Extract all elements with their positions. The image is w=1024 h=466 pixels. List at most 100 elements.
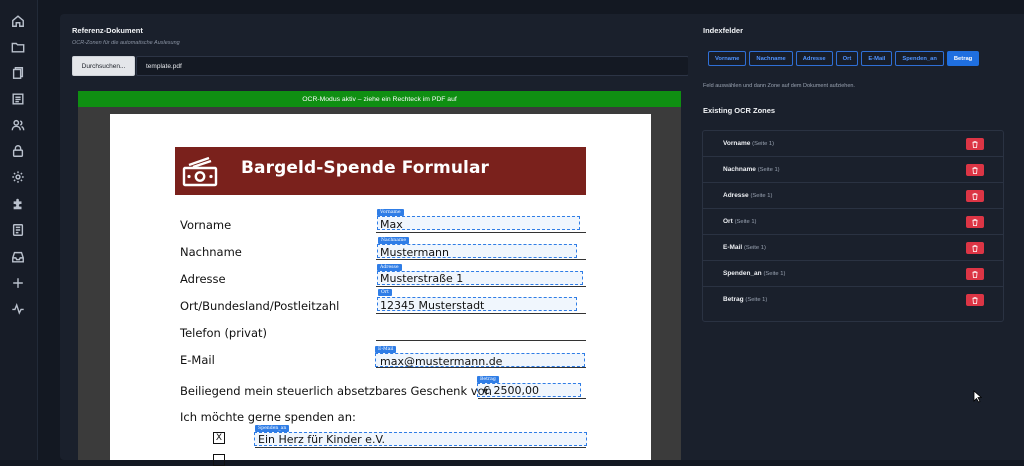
trash-icon bbox=[972, 270, 978, 278]
zone-row-field: E-Mail bbox=[723, 244, 743, 251]
list-icon[interactable] bbox=[10, 91, 26, 107]
zone-value-spenden-an: Ein Herz für Kinder e.V. bbox=[258, 433, 386, 446]
zone-value-email: max@mustermann.de bbox=[380, 355, 503, 368]
zone-row-label: Adresse (Seite 1) bbox=[723, 192, 772, 199]
chip-betrag[interactable]: Betrag bbox=[946, 51, 980, 66]
checkbox-unchecked[interactable] bbox=[213, 454, 225, 466]
browse-button[interactable]: Durchsuchen... bbox=[72, 56, 135, 76]
plus-icon[interactable] bbox=[10, 275, 26, 291]
label-vorname: Vorname bbox=[180, 218, 232, 232]
line-betrag bbox=[478, 398, 586, 399]
trash-icon bbox=[972, 218, 978, 226]
chip-vorname[interactable]: Vorname bbox=[708, 51, 747, 66]
zone-value-betrag: € 2500,00 bbox=[483, 384, 539, 397]
zone-tag-adresse: Adresse bbox=[377, 264, 402, 271]
zone-row-label: Vorname (Seite 1) bbox=[723, 140, 774, 147]
zone-row-field: Betrag bbox=[723, 296, 744, 303]
label-ort: Ort/Bundesland/Postleitzahl bbox=[180, 299, 340, 313]
trash-icon bbox=[972, 140, 978, 148]
zone-row-page: (Seite 1) bbox=[743, 245, 766, 251]
zone-row: Nachname (Seite 1) bbox=[703, 157, 1003, 183]
index-fields-title: Indexfelder bbox=[703, 26, 744, 35]
zone-row-field: Adresse bbox=[723, 192, 749, 199]
index-hint: Feld auswählen und dann Zone auf dem Dok… bbox=[703, 83, 855, 89]
line-nachname bbox=[376, 259, 586, 260]
delete-zone-button[interactable] bbox=[966, 268, 984, 280]
label-adresse: Adresse bbox=[180, 272, 226, 286]
zone-value-ort: 12345 Musterstadt bbox=[380, 299, 485, 312]
zone-vorname[interactable] bbox=[377, 216, 580, 230]
zone-row-label: Nachname (Seite 1) bbox=[723, 166, 780, 173]
documents-icon[interactable] bbox=[10, 65, 26, 81]
label-spenden: Ich möchte gerne spenden an: bbox=[180, 410, 356, 424]
zone-value-adresse: Musterstraße 1 bbox=[380, 272, 464, 285]
ocr-mode-banner: OCR-Modus aktiv – ziehe ein Rechteck im … bbox=[78, 91, 681, 107]
checkbox-checked[interactable]: X bbox=[213, 432, 225, 444]
zone-row-page: (Seite 1) bbox=[734, 219, 757, 225]
zone-row-page: (Seite 1) bbox=[752, 141, 775, 147]
puzzle-icon[interactable] bbox=[10, 196, 26, 212]
chip-email[interactable]: E-Mail bbox=[861, 51, 893, 66]
zone-row-label: Ort (Seite 1) bbox=[723, 218, 756, 225]
zone-row-label: E-Mail (Seite 1) bbox=[723, 244, 766, 251]
chip-adresse[interactable]: Adresse bbox=[795, 51, 833, 66]
delete-zone-button[interactable] bbox=[966, 190, 984, 202]
mouse-cursor-icon bbox=[973, 390, 982, 403]
zone-tag-spenden-an: Spenden_an bbox=[255, 425, 290, 432]
index-field-chips: Vorname Nachname Adresse Ort E-Mail Spen… bbox=[708, 51, 980, 67]
zone-row-label: Betrag (Seite 1) bbox=[723, 296, 767, 303]
zone-row: Ort (Seite 1) bbox=[703, 209, 1003, 235]
chip-ort[interactable]: Ort bbox=[835, 51, 859, 66]
file-name-field[interactable]: template.pdf bbox=[136, 56, 689, 76]
zone-tag-email: E-Mail bbox=[375, 346, 397, 353]
home-icon[interactable] bbox=[10, 13, 26, 29]
sidebar bbox=[0, 0, 38, 460]
zone-tag-betrag: Betrag bbox=[477, 376, 499, 383]
settings-icon[interactable] bbox=[10, 169, 26, 185]
zone-row-field: Spenden_an bbox=[723, 270, 762, 277]
delete-zone-button[interactable] bbox=[966, 242, 984, 254]
zone-row: Spenden_an (Seite 1) bbox=[703, 261, 1003, 287]
inbox-icon[interactable] bbox=[10, 249, 26, 265]
lock-icon[interactable] bbox=[10, 143, 26, 159]
label-email: E-Mail bbox=[180, 353, 215, 367]
zone-row-field: Vorname bbox=[723, 140, 751, 147]
chip-spenden-an[interactable]: Spenden_an bbox=[895, 51, 944, 66]
trash-icon bbox=[972, 192, 978, 200]
chip-nachname[interactable]: Nachname bbox=[749, 51, 793, 66]
label-nachname: Nachname bbox=[180, 245, 242, 259]
zone-row: Adresse (Seite 1) bbox=[703, 183, 1003, 209]
zone-row-page: (Seite 1) bbox=[757, 167, 780, 173]
zone-row: E-Mail (Seite 1) bbox=[703, 235, 1003, 261]
delete-zone-button[interactable] bbox=[966, 294, 984, 306]
label-telefon: Telefon (privat) bbox=[180, 326, 268, 340]
line-vorname bbox=[376, 232, 586, 233]
zone-row-page: (Seite 1) bbox=[750, 193, 773, 199]
reference-subtitle: OCR-Zonen für die automatische Auslesung bbox=[72, 40, 180, 46]
activity-icon[interactable] bbox=[10, 301, 26, 317]
line-adresse bbox=[376, 286, 586, 287]
delete-zone-button[interactable] bbox=[966, 216, 984, 228]
trash-icon bbox=[972, 244, 978, 252]
reference-title: Referenz-Dokument bbox=[72, 26, 143, 35]
trash-icon bbox=[972, 166, 978, 174]
zone-row-field: Ort bbox=[723, 218, 733, 225]
users-icon[interactable] bbox=[10, 117, 26, 133]
delete-zone-button[interactable] bbox=[966, 164, 984, 176]
delete-zone-button[interactable] bbox=[966, 138, 984, 150]
zone-row-label: Spenden_an (Seite 1) bbox=[723, 270, 785, 277]
cash-icon bbox=[182, 156, 218, 187]
existing-zones-title: Existing OCR Zones bbox=[703, 106, 776, 115]
line-ort bbox=[376, 313, 586, 314]
label-geschenk: Beiliegend mein steuerlich absetzbares G… bbox=[180, 384, 492, 398]
zone-row: Betrag (Seite 1) bbox=[703, 287, 1003, 313]
zone-value-nachname: Mustermann bbox=[380, 246, 450, 259]
zone-tag-ort: Ort bbox=[378, 289, 392, 296]
zone-tag-nachname: Nachname bbox=[378, 237, 410, 244]
form-icon[interactable] bbox=[10, 222, 26, 238]
zone-tag-vorname: Vorname bbox=[377, 209, 404, 216]
zone-row-page: (Seite 1) bbox=[763, 271, 786, 277]
folder-icon[interactable] bbox=[10, 39, 26, 55]
trash-icon bbox=[972, 296, 978, 304]
zone-row: Vorname (Seite 1) bbox=[703, 131, 1003, 157]
